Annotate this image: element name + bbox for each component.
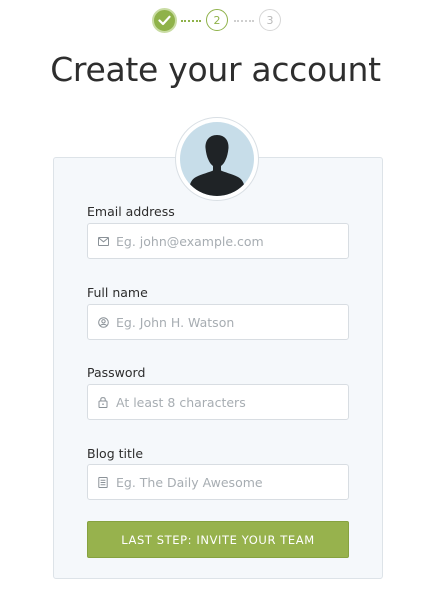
- avatar-upload[interactable]: [175, 117, 259, 201]
- envelope-icon: [97, 235, 109, 247]
- lock-icon: [97, 396, 109, 408]
- user-icon: [97, 316, 109, 328]
- email-field[interactable]: [87, 223, 349, 259]
- email-input[interactable]: [116, 226, 348, 256]
- fullname-field[interactable]: [87, 304, 349, 340]
- avatar: [180, 122, 254, 196]
- password-field[interactable]: [87, 384, 349, 420]
- fullname-label: Full name: [87, 285, 148, 300]
- step-connector: [234, 20, 254, 22]
- progress-stepper: 2 3: [0, 8, 431, 38]
- step-1-complete: [152, 8, 177, 33]
- step-3-upcoming: 3: [259, 9, 281, 31]
- page-title: Create your account: [50, 50, 381, 89]
- fullname-input[interactable]: [116, 307, 348, 337]
- blog-title-input[interactable]: [116, 467, 348, 497]
- blog-title-label: Blog title: [87, 446, 144, 461]
- invite-team-button[interactable]: LAST STEP: INVITE YOUR TEAM: [87, 521, 349, 558]
- user-silhouette-icon: [189, 135, 245, 196]
- password-label: Password: [87, 365, 146, 380]
- document-icon: [97, 476, 109, 488]
- step-connector: [181, 20, 201, 22]
- checkmark-icon: [158, 15, 171, 26]
- blog-title-field[interactable]: [87, 464, 349, 500]
- step-2-current: 2: [206, 9, 228, 31]
- email-label: Email address: [87, 204, 175, 219]
- password-input[interactable]: [116, 387, 348, 417]
